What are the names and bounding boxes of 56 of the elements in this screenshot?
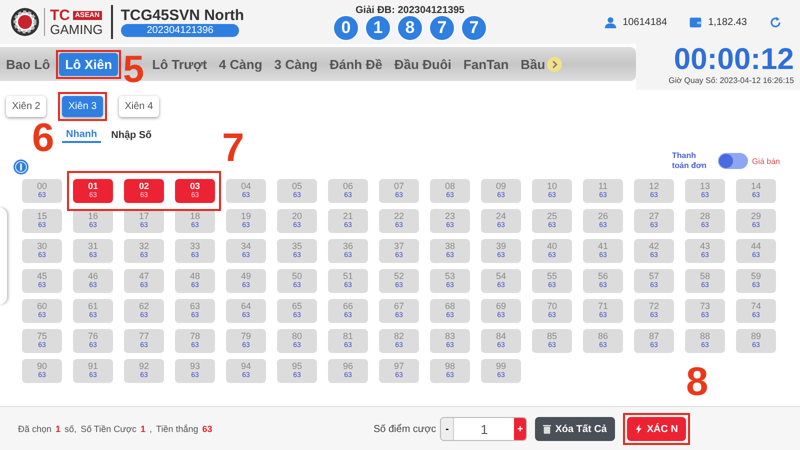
plus-button[interactable]: +: [514, 418, 526, 440]
period-pill: 202304121396: [120, 24, 240, 37]
summary-text: 63: [202, 424, 212, 434]
summary-text: Tiền thắng: [156, 424, 198, 434]
game-tab[interactable]: FanTan: [457, 52, 515, 76]
result-ball: 7: [430, 16, 454, 40]
mode-tab[interactable]: Nhập Số: [107, 129, 156, 143]
summary-text: ,: [150, 424, 152, 434]
result-label: Giải ĐB: 202304121395: [356, 4, 464, 16]
game-tab[interactable]: Lô Xiên: [59, 52, 118, 76]
step-number: 7: [222, 128, 244, 168]
result-ball: 8: [398, 16, 422, 40]
toggle-left-label: Thanh toán đơn: [672, 151, 708, 171]
balance: 1,182.43: [708, 16, 747, 28]
game-tab[interactable]: Bầu: [514, 52, 552, 76]
refresh-icon[interactable]: [769, 16, 782, 28]
chip-logo-icon: [10, 7, 40, 37]
toggle-right-label: Giá bán: [752, 156, 780, 166]
sub-tab[interactable]: Xiên 4: [118, 96, 160, 117]
wallet-icon: [689, 16, 702, 28]
game-tab[interactable]: 3 Càng: [268, 52, 324, 76]
summary-text: số,: [64, 424, 77, 434]
stake-label: Số điểm cược: [373, 424, 436, 434]
trash-icon: [543, 424, 552, 434]
summary-text: 1: [56, 424, 61, 434]
summary-text: 1: [140, 424, 146, 434]
brand-name: TC: [50, 8, 70, 23]
minus-button[interactable]: -: [441, 418, 454, 440]
sub-tab[interactable]: Xiên 3: [62, 96, 103, 117]
summary-text: Đã chọn: [18, 424, 52, 434]
stake-stepper[interactable]: - 1 +: [440, 417, 528, 441]
step-number: 8: [686, 362, 708, 402]
result-ball: 7: [462, 16, 486, 40]
lightning-icon: [634, 424, 643, 434]
user-icon: [604, 16, 617, 28]
game-tab[interactable]: Đánh Đề: [324, 52, 388, 76]
user-id: 10614184: [622, 16, 668, 28]
step-number: 5: [123, 55, 144, 85]
result-ball: 1: [366, 16, 390, 40]
game-tab[interactable]: Lô Trượt: [146, 52, 213, 76]
clear-all-button[interactable]: Xóa Tất Cả: [535, 417, 615, 441]
game-title: TCG45SVN North: [120, 7, 244, 24]
confirm-button[interactable]: XÁC N: [626, 417, 686, 441]
info-icon[interactable]: [13, 159, 29, 175]
sub-tab[interactable]: Xiên 2: [6, 96, 46, 117]
game-tab[interactable]: Bao Lô: [0, 52, 56, 76]
mode-tab[interactable]: Nhanh: [62, 129, 102, 143]
result-ball: 0: [334, 16, 358, 40]
step-number: 6: [32, 118, 54, 158]
countdown: 00:00:12: [674, 44, 794, 76]
summary-text: Số Tiền Cược: [80, 424, 137, 434]
brand-subtitle: GAMING: [50, 23, 103, 36]
toggle-switch[interactable]: [718, 153, 748, 169]
draw-time: Giờ Quay Số: 2023-04-12 16:26:15: [668, 76, 794, 85]
game-tab[interactable]: 4 Càng: [212, 52, 268, 76]
game-tab[interactable]: Đầu Đuôi: [388, 52, 458, 76]
